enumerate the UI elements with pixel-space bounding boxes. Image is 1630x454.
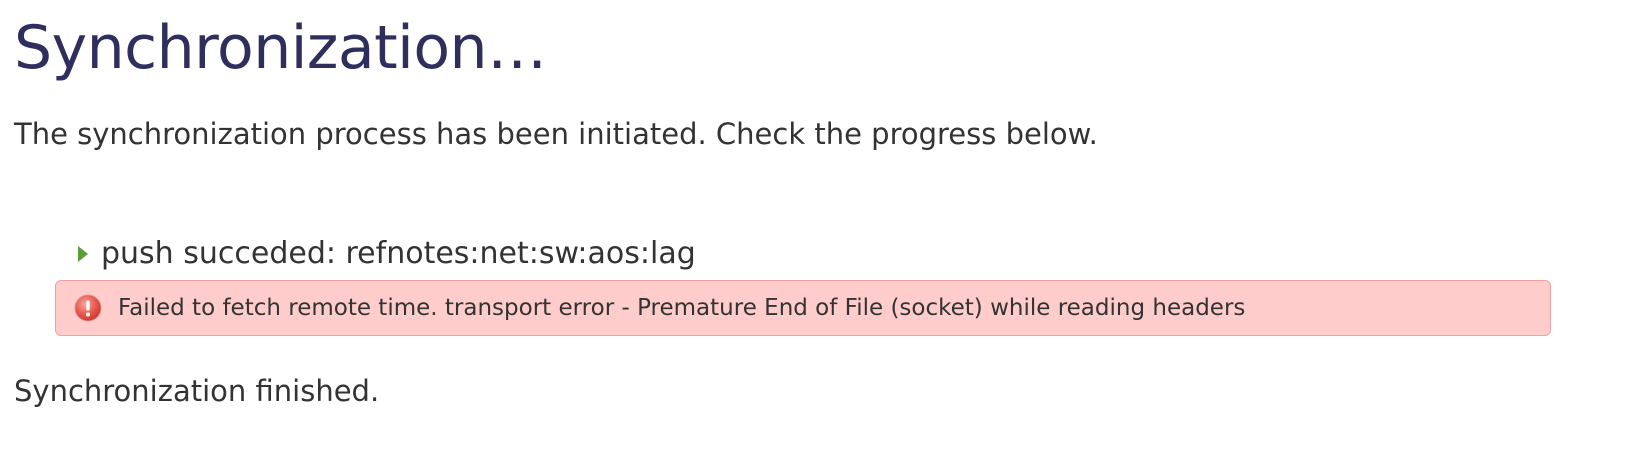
list-item: push succeded: refnotes:net:sw:aos:lag <box>78 233 696 275</box>
arrow-right-icon <box>78 246 88 262</box>
intro-text: The synchronization process has been ini… <box>14 117 1098 151</box>
sync-log-list: push succeded: refnotes:net:sw:aos:lag <box>78 233 696 275</box>
page-title: Synchronization… <box>14 13 547 83</box>
error-message-box: Failed to fetch remote time. transport e… <box>55 280 1551 336</box>
error-message-text: Failed to fetch remote time. transport e… <box>118 295 1246 321</box>
log-item-text: push succeded: refnotes:net:sw:aos:lag <box>101 236 696 271</box>
status-text: Synchronization finished. <box>14 374 380 408</box>
error-icon <box>74 294 102 322</box>
sync-page: Synchronization… The synchronization pro… <box>0 0 1630 454</box>
